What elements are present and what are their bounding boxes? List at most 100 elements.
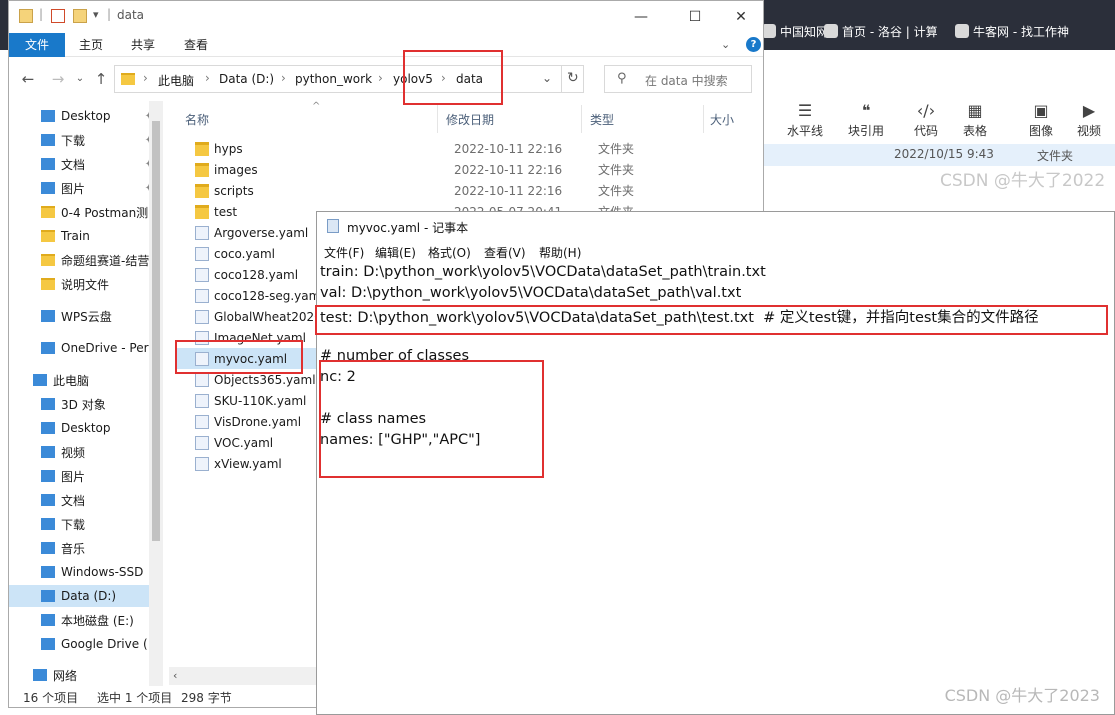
breadcrumb-this-pc[interactable]: 此电脑 [158,72,194,89]
search-box[interactable]: ⚲ 在 data 中搜索 [604,65,752,93]
file-row[interactable]: hyps 2022-10-11 22:16 文件夹 [177,138,757,159]
sidebar-item[interactable]: 命题组赛道-结营 [9,249,159,271]
drive-icon [41,614,55,626]
sidebar-item[interactable]: WPS云盘 [9,305,159,327]
background-row-date: 2022/10/15 9:43 [894,147,994,161]
music-icon [41,542,55,554]
back-icon[interactable]: ← [19,70,37,88]
sidebar-item[interactable]: 图片 [9,465,159,487]
hr-tool[interactable]: ☰ 水平线 [775,100,835,139]
sidebar-item-label: 下载 [61,133,86,148]
selection-count: 选中 1 个项目 [97,691,173,705]
notepad-titlebar: myvoc.yaml - 记事本 [317,212,1114,240]
window-title: data [117,8,145,22]
column-header-size[interactable]: 大小 [710,111,734,128]
tab-file[interactable]: 文件 [9,33,65,57]
navigation-pane: Desktop✦下载✦文档✦图片✦ 0-4 Postman测 Train 命题组赛道-… [9,101,163,686]
table-tool[interactable]: ▦ 表格 [945,100,1005,139]
close-icon[interactable]: ✕ [731,7,751,27]
properties-icon[interactable] [51,9,65,23]
browser-tab[interactable]: 首页 - 洛谷 | 计算 [824,20,938,42]
separator: | [39,7,44,21]
sidebar-item[interactable]: Google Drive ( [9,633,159,655]
column-divider[interactable] [703,105,704,133]
file-date: 2022-10-11 22:16 [454,162,563,177]
download-icon [41,518,55,530]
yaml-file-icon [195,225,209,240]
tab-share[interactable]: 共享 [121,33,165,57]
sidebar-item[interactable]: 网络 [9,664,159,686]
recent-locations-icon[interactable]: ⌄ [71,70,89,88]
menu-help[interactable]: 帮助(H) [539,244,581,261]
menu-format[interactable]: 格式(O) [428,244,471,261]
breadcrumb-python-work[interactable]: python_work [295,72,372,86]
help-icon[interactable]: ? [746,37,761,52]
search-input[interactable]: 在 data 中搜索 [645,72,728,89]
column-divider[interactable] [437,105,438,133]
customize-quick-access-icon[interactable]: ▾ [93,8,99,21]
up-icon[interactable]: ↑ [92,70,110,88]
highlight-box-address [403,50,503,105]
menu-file[interactable]: 文件(F) [324,244,364,261]
drive-icon [41,638,55,650]
forward-icon[interactable]: → [49,70,67,88]
sidebar-item[interactable]: 文档 [9,489,159,511]
menu-view[interactable]: 查看(V) [484,244,526,261]
sidebar-item[interactable]: 音乐 [9,537,159,559]
address-bar[interactable]: › 此电脑 › Data (D:) › python_work › yolov5… [114,65,584,93]
sidebar-item[interactable]: Train [9,225,159,247]
video-icon: ▶ [1082,101,1096,120]
new-folder-icon[interactable] [73,9,87,23]
file-type: 文件夹 [598,142,635,156]
column-divider[interactable] [581,105,582,133]
column-header-type[interactable]: 类型 [590,111,614,128]
column-header-date[interactable]: 修改日期 [446,111,494,128]
scroll-left-icon[interactable]: ‹ [173,669,177,682]
video-tool[interactable]: ▶ 视频 [1059,100,1115,139]
ribbon-tabs: 文件 主页 共享 查看 ⌄ ? [9,33,763,57]
sidebar-item[interactable]: Desktop✦ [9,105,159,127]
pictures-icon [41,182,55,194]
maximize-icon[interactable]: ☐ [685,7,705,27]
file-row[interactable]: scripts 2022-10-11 22:16 文件夹 [177,180,757,201]
horizontal-scrollbar[interactable]: ‹ [169,667,329,685]
sidebar-item[interactable]: 图片✦ [9,177,159,199]
browser-tab[interactable]: 牛客网 - 找工作神 [955,20,1069,42]
sidebar-scroll-thumb[interactable] [152,121,160,541]
navigation-bar: ← → ⌄ ↑ › 此电脑 › Data (D:) › python_work … [9,57,763,101]
expand-ribbon-icon[interactable]: ⌄ [721,38,730,51]
sidebar-item-label: 视频 [61,445,86,460]
sidebar-item[interactable]: 下载✦ [9,129,159,151]
address-dropdown-icon[interactable]: ⌄ [542,71,552,85]
quote-tool[interactable]: ❝ 块引用 [836,100,896,139]
sidebar-item-label: 下载 [61,517,86,532]
column-header-name[interactable]: 名称 [185,111,209,128]
browser-tab[interactable]: 中国知网 [762,20,828,42]
sidebar-item[interactable]: 此电脑 [9,369,159,391]
sidebar-item[interactable]: 视频 [9,441,159,463]
sidebar-item[interactable]: 下载 [9,513,159,535]
minimize-icon[interactable]: — [631,7,651,27]
notepad-text-area[interactable]: train: D:\python_work\yolov5\VOCData\dat… [315,262,1114,714]
yaml-file-icon [195,414,209,429]
file-date: 2022-10-11 22:16 [454,141,563,156]
menu-edit[interactable]: 编辑(E) [375,244,416,261]
tab-view[interactable]: 查看 [174,33,218,57]
breadcrumb-drive[interactable]: Data (D:) [219,72,274,86]
cloud-icon [41,310,55,322]
sidebar-item[interactable]: Desktop [9,417,159,439]
sidebar-item[interactable]: 文档✦ [9,153,159,175]
file-row[interactable]: images 2022-10-11 22:16 文件夹 [177,159,757,180]
sidebar-item[interactable]: Data (D:) [9,585,159,607]
sidebar-item[interactable]: 3D 对象 [9,393,159,415]
tab-home[interactable]: 主页 [69,33,113,57]
sidebar-item[interactable]: 本地磁盘 (E:) [9,609,159,631]
refresh-icon[interactable]: ↻ [567,70,579,86]
file-type: 文件夹 [598,184,635,198]
table-icon: ▦ [967,101,983,120]
sidebar-item[interactable]: OneDrive - Pers [9,337,159,359]
sidebar-item[interactable]: 0-4 Postman测 [9,201,159,223]
sidebar-item[interactable]: Windows-SSD [9,561,159,583]
breadcrumb-separator: › [143,71,148,85]
sidebar-item[interactable]: 说明文件 [9,273,159,295]
